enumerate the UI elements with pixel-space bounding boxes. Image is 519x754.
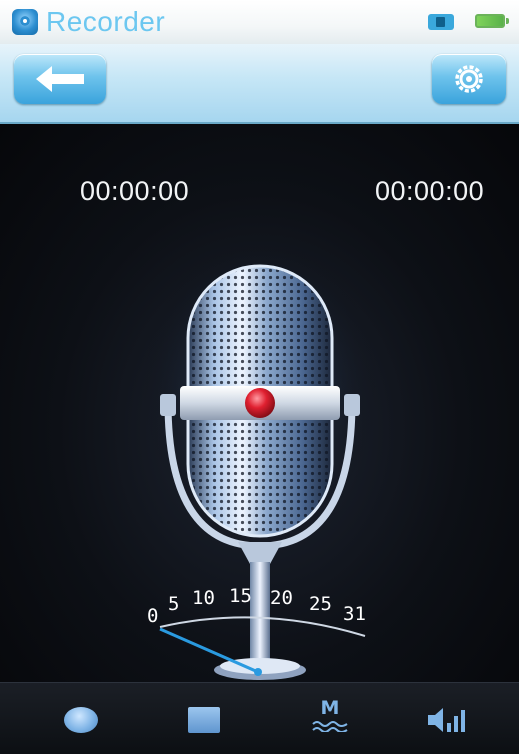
- volume-icon: [428, 708, 465, 732]
- volume-button[interactable]: [408, 689, 488, 745]
- meter-label-5: 5: [168, 593, 179, 615]
- recorder-app-icon: [12, 9, 38, 35]
- back-button[interactable]: [14, 54, 106, 104]
- back-arrow-icon: [36, 66, 84, 92]
- elapsed-time: 00:00:00: [80, 176, 190, 206]
- toolbar: M: [0, 682, 519, 754]
- meter-label-0: 0: [147, 605, 158, 627]
- stop-button[interactable]: [168, 689, 248, 745]
- nav-bar: [0, 44, 519, 124]
- gear-icon: [455, 65, 483, 93]
- recorder-panel: 00:00:00 00:00:00 0 5 10 15 20 25 31: [0, 124, 519, 682]
- meter-label-10: 10: [192, 587, 215, 609]
- settings-button[interactable]: [432, 54, 506, 104]
- record-indicator-light: [245, 388, 275, 418]
- status-bar: Recorder: [0, 0, 519, 44]
- mode-label: M: [320, 697, 340, 719]
- mode-button[interactable]: M: [290, 689, 370, 745]
- meter-label-25: 25: [309, 593, 332, 615]
- meter-needle: [159, 627, 259, 674]
- mode-icon: M: [308, 697, 352, 737]
- wave-icon: [312, 721, 348, 732]
- total-time: 00:00:00: [375, 176, 485, 206]
- battery-icon: [475, 14, 509, 28]
- meter-label-15: 15: [229, 585, 252, 607]
- level-meter: 0 5 10 15 20 25 31: [147, 585, 366, 676]
- record-button[interactable]: [42, 689, 122, 745]
- record-icon: [64, 707, 98, 733]
- meter-label-20: 20: [270, 587, 293, 609]
- stop-icon: [188, 707, 220, 733]
- meter-label-31: 31: [343, 603, 366, 625]
- sd-card-icon: [428, 14, 454, 30]
- app-title: Recorder: [46, 6, 166, 37]
